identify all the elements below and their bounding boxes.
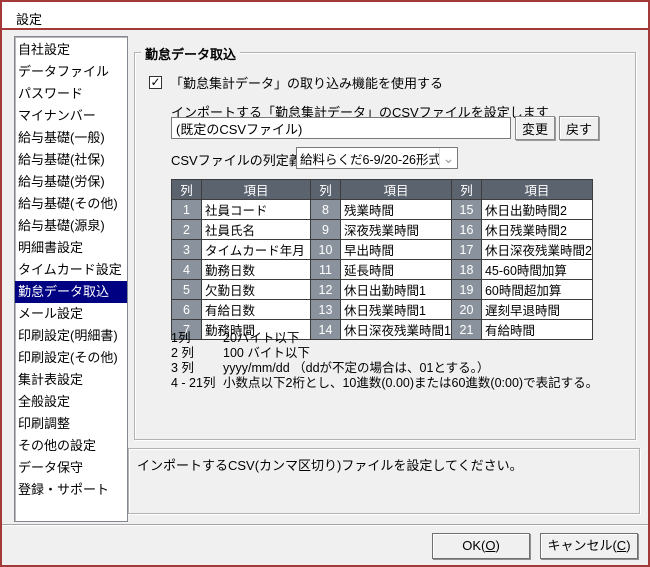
sidebar-item-data-maintenance[interactable]: データ保守 <box>15 457 127 479</box>
table-row: 1社員コード <box>172 200 311 220</box>
table-row: 12休日出勤時間1 <box>311 280 452 300</box>
table-row: 1845-60時間加算 <box>451 260 592 280</box>
note-line: 2 列 100 バイト以下 <box>171 346 598 361</box>
item-header: 項目 <box>341 180 452 200</box>
table-row: 3タイムカード年月 <box>172 240 311 260</box>
revert-button[interactable]: 戻す <box>559 116 599 140</box>
column-definition-tables: 列項目 1社員コード 2社員氏名 3タイムカード年月 4勤務日数 5欠勤日数 6… <box>171 179 593 340</box>
sidebar-item-mynumber[interactable]: マイナンバー <box>15 105 127 127</box>
table-row: 10早出時間 <box>311 240 452 260</box>
table-row: 2社員氏名 <box>172 220 311 240</box>
table-row: 9深夜残業時間 <box>311 220 452 240</box>
import-columns-table-3: 列項目 15休日出勤時間2 16休日残業時間2 17休日深夜残業時間2 1845… <box>451 179 593 340</box>
sidebar-item-summary-table[interactable]: 集計表設定 <box>15 369 127 391</box>
coldef-combobox[interactable]: 給料らくだ6-9/20-26形式 ⌄ <box>296 147 458 169</box>
sidebar-item-print-other[interactable]: 印刷設定(その他) <box>15 347 127 369</box>
note-cols: 3 列 <box>171 361 223 376</box>
sidebar-item-datafile[interactable]: データファイル <box>15 61 127 83</box>
note-text: 100 バイト以下 <box>223 346 310 361</box>
col-header: 列 <box>311 180 341 200</box>
format-notes: 1列 20バイト以下 2 列 100 バイト以下 3 列 yyyy/mm/dd … <box>171 331 598 391</box>
col-header: 列 <box>172 180 202 200</box>
cancel-button[interactable]: キャンセル(C) <box>540 533 638 559</box>
note-cols: 1列 <box>171 331 223 346</box>
sidebar-item-payroll-gensen[interactable]: 給与基礎(源泉) <box>15 215 127 237</box>
sidebar-item-company[interactable]: 自社設定 <box>15 39 127 61</box>
table-row: 8残業時間 <box>311 200 452 220</box>
window-title: 設定 <box>16 9 42 28</box>
sidebar-item-meisai[interactable]: 明細書設定 <box>15 237 127 259</box>
note-cols: 4 - 21列 <box>171 376 223 391</box>
sidebar-item-payroll-other[interactable]: 給与基礎(その他) <box>15 193 127 215</box>
note-line: 1列 20バイト以下 <box>171 331 598 346</box>
import-columns-table-1: 列項目 1社員コード 2社員氏名 3タイムカード年月 4勤務日数 5欠勤日数 6… <box>171 179 311 340</box>
table-row: 15休日出勤時間2 <box>451 200 592 220</box>
note-text: 小数点以下2桁とし、10進数(0.00)または60進数(0:00)で表記する。 <box>223 376 598 391</box>
sidebar-item-kintai-import[interactable]: 勤怠データ取込 <box>15 281 127 303</box>
title-bar: 設定 <box>2 2 648 30</box>
change-button[interactable]: 変更 <box>515 116 555 140</box>
coldef-selected-value: 給料らくだ6-9/20-26形式 <box>297 149 439 168</box>
note-line: 4 - 21列 小数点以下2桁とし、10進数(0.00)または60進数(0:00… <box>171 376 598 391</box>
chevron-down-icon[interactable]: ⌄ <box>439 148 457 168</box>
import-columns-table-2: 列項目 8残業時間 9深夜残業時間 10早出時間 11延長時間 12休日出勤時間… <box>310 179 452 340</box>
table-row: 17休日深夜残業時間2 <box>451 240 592 260</box>
table-row: 11延長時間 <box>311 260 452 280</box>
table-row: 4勤務日数 <box>172 260 311 280</box>
use-import-checkbox-label: 「勤怠集計データ」の取り込み機能を使用する <box>170 73 443 92</box>
item-header: 項目 <box>481 180 592 200</box>
groupbox-title: 勤怠データ取込 <box>141 44 240 63</box>
help-text: インポートするCSV(カンマ区切り)ファイルを設定してください。 <box>137 458 523 473</box>
col-header: 列 <box>451 180 481 200</box>
sidebar-item-print-adjust[interactable]: 印刷調整 <box>15 413 127 435</box>
csv-file-input[interactable] <box>171 117 511 139</box>
kintai-import-groupbox: 勤怠データ取込 ✓ 「勤怠集計データ」の取り込み機能を使用する インポートする「… <box>134 52 636 440</box>
sidebar-item-payroll-general[interactable]: 給与基礎(一般) <box>15 127 127 149</box>
sidebar-item-payroll-roho[interactable]: 給与基礎(労保) <box>15 171 127 193</box>
table-row: 1960時間超加算 <box>451 280 592 300</box>
sidebar-item-payroll-shaho[interactable]: 給与基礎(社保) <box>15 149 127 171</box>
use-import-checkbox[interactable]: ✓ <box>149 76 162 89</box>
sidebar-item-general[interactable]: 全般設定 <box>15 391 127 413</box>
sidebar-item-mail[interactable]: メール設定 <box>15 303 127 325</box>
sidebar-item-registration-support[interactable]: 登録・サポート <box>15 479 127 501</box>
ok-button[interactable]: OK(O) <box>432 533 530 559</box>
table-row: 13休日残業時間1 <box>311 300 452 320</box>
table-row: 16休日残業時間2 <box>451 220 592 240</box>
table-row: 6有給日数 <box>172 300 311 320</box>
checkmark-icon: ✓ <box>150 77 160 88</box>
note-line: 3 列 yyyy/mm/dd （ddが不定の場合は、01とする。） <box>171 361 598 376</box>
help-box: インポートするCSV(カンマ区切り)ファイルを設定してください。 <box>128 448 640 514</box>
note-text: yyyy/mm/dd （ddが不定の場合は、01とする。） <box>223 361 489 376</box>
sidebar-item-misc[interactable]: その他の設定 <box>15 435 127 457</box>
sidebar-item-timecard[interactable]: タイムカード設定 <box>15 259 127 281</box>
sidebar-item-password[interactable]: パスワード <box>15 83 127 105</box>
note-text: 20バイト以下 <box>223 331 299 346</box>
table-row: 5欠勤日数 <box>172 280 311 300</box>
footer-divider <box>2 524 648 526</box>
note-cols: 2 列 <box>171 346 223 361</box>
dialog-client-area: 自社設定 データファイル パスワード マイナンバー 給与基礎(一般) 給与基礎(… <box>2 32 648 565</box>
sidebar-item-print-meisai[interactable]: 印刷設定(明細書) <box>15 325 127 347</box>
item-header: 項目 <box>202 180 311 200</box>
coldef-label: CSVファイルの列定義 <box>171 150 302 169</box>
settings-category-list: 自社設定 データファイル パスワード マイナンバー 給与基礎(一般) 給与基礎(… <box>14 36 128 522</box>
table-row: 20遅刻早退時間 <box>451 300 592 320</box>
